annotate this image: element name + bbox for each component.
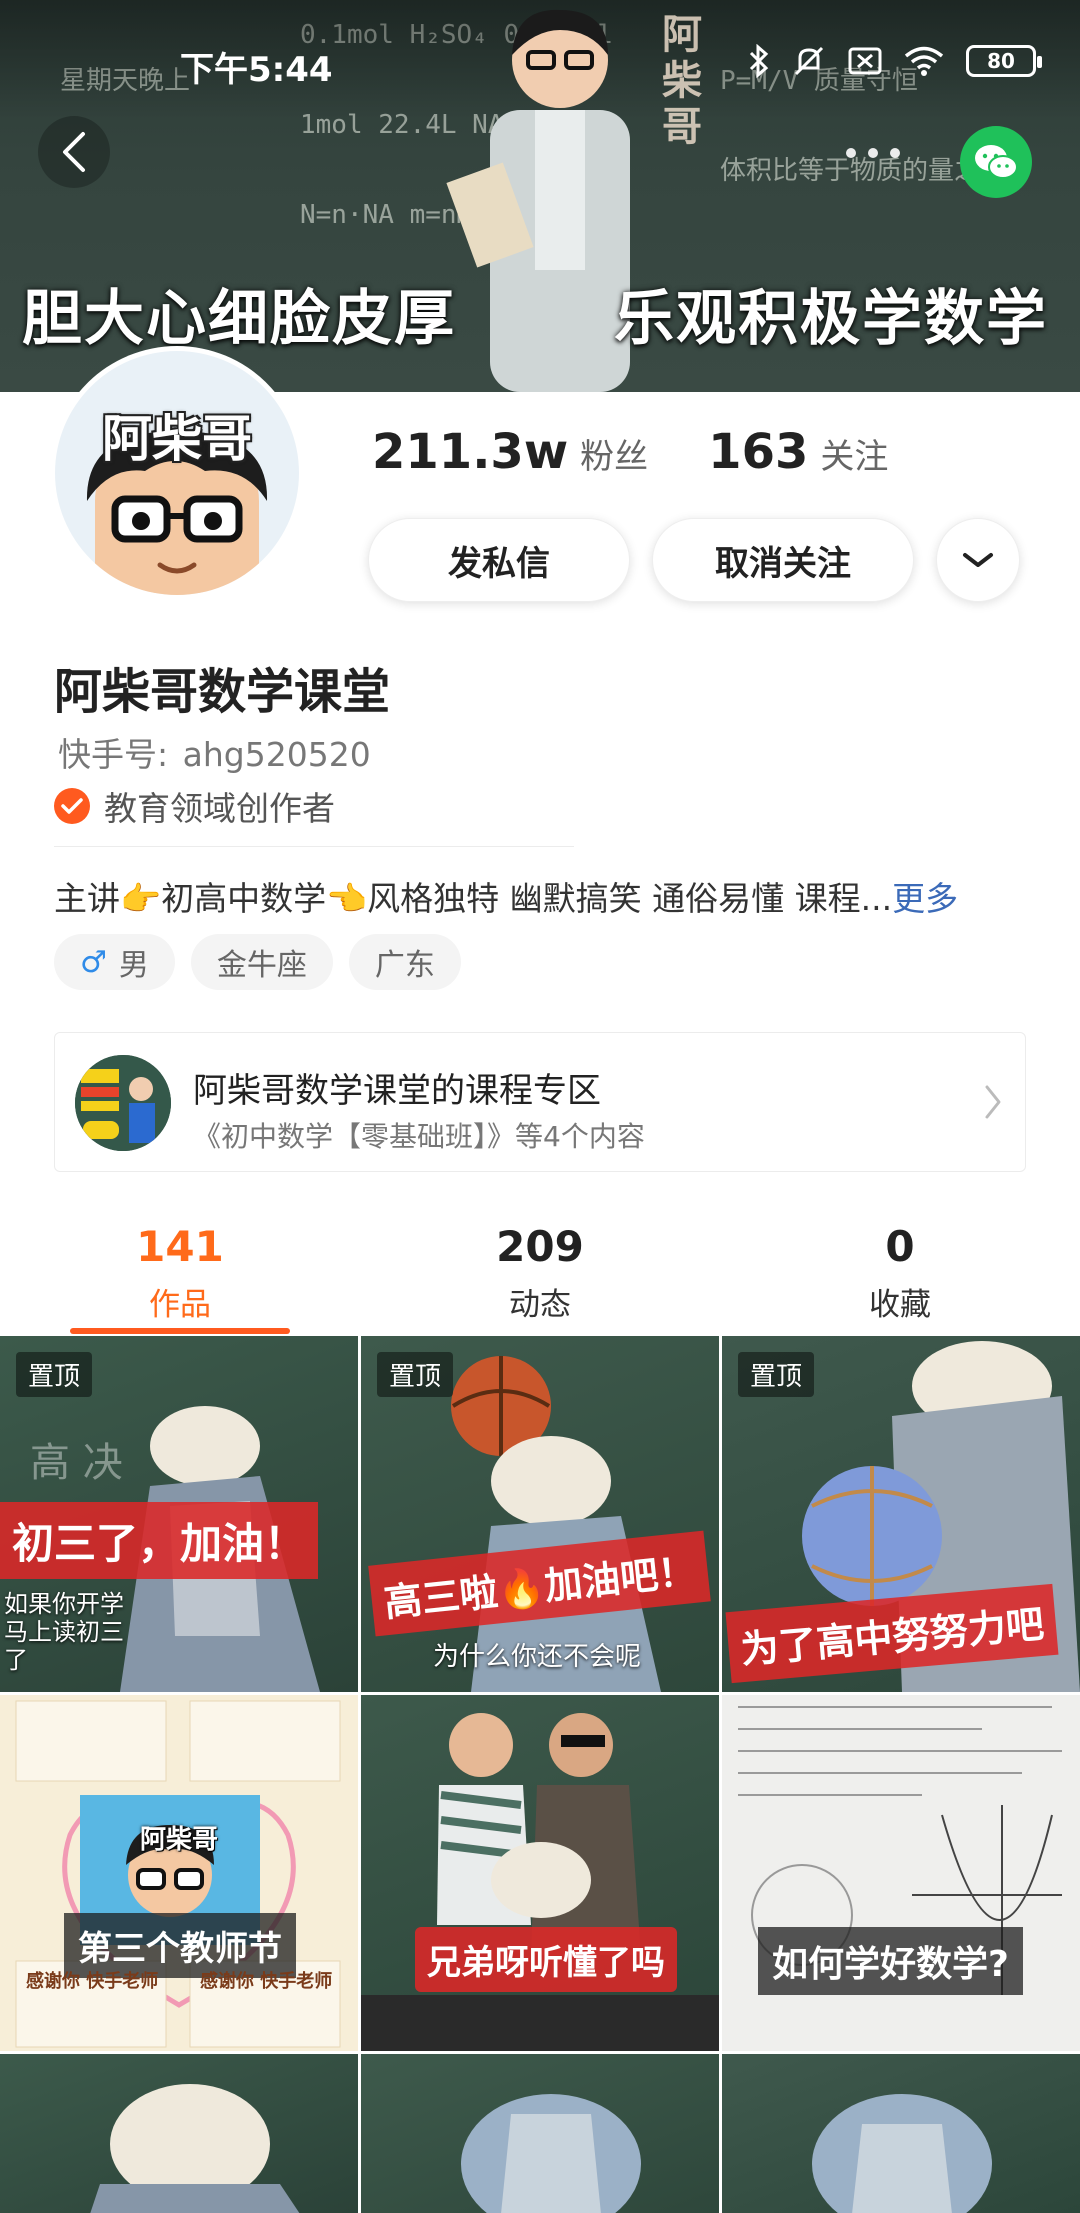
- avatar[interactable]: 阿柴哥: [50, 346, 304, 600]
- video-item[interactable]: 兄弟呀听懂了吗: [361, 1695, 719, 2051]
- send-message-button[interactable]: 发私信: [368, 518, 630, 602]
- pinned-badge: 置顶: [738, 1352, 815, 1397]
- male-icon: ♂: [80, 944, 107, 980]
- video-item[interactable]: 阿柴哥 第三个教师节 感谢你 快手老师 感谢你 快手老师: [0, 1695, 358, 2051]
- avatar-text: 阿柴哥: [102, 410, 252, 468]
- tag-label: 男: [118, 948, 149, 983]
- status-time: 下午5:44: [180, 50, 333, 90]
- video-thanks-left: 感谢你 快手老师: [26, 1971, 159, 1992]
- avatar-image: 阿柴哥: [55, 351, 299, 595]
- bio-text: 主讲👉初高中数学👈风格独特 幽默搞笑 通俗易懂 课程...: [54, 879, 893, 918]
- tag-gender: ♂ 男: [54, 934, 175, 990]
- video-item[interactable]: 如何学好数学?: [722, 1695, 1080, 2051]
- wechat-share-button[interactable]: [960, 126, 1032, 198]
- tab-moments[interactable]: 209 动态: [460, 1222, 620, 1324]
- video-item[interactable]: 高 决 置顶 初三了，加油！ 如果你开学马上读初三了: [0, 1336, 358, 1692]
- following-label[interactable]: 关注: [820, 429, 888, 478]
- video-item[interactable]: 置顶 为了高中努努力吧: [722, 1336, 1080, 1692]
- svg-text:高 决: 高 决: [30, 1440, 123, 1486]
- chevron-right-icon: [985, 1085, 1001, 1119]
- profile-bio[interactable]: 主讲👉初高中数学👈风格独特 幽默搞笑 通俗易懂 课程...更多: [54, 872, 1034, 920]
- more-options-button[interactable]: [846, 148, 900, 158]
- profile-name: 阿柴哥数学课堂: [54, 664, 391, 720]
- pinned-badge: 置顶: [16, 1352, 93, 1397]
- kuaishou-id-label: 快手号:: [58, 735, 169, 774]
- video-thumbnail: [812, 2094, 992, 2213]
- pinned-badge: 置顶: [377, 1352, 454, 1397]
- course-zone-title: 阿柴哥数学课堂的课程专区: [193, 1071, 601, 1111]
- following-count[interactable]: 163: [708, 424, 808, 480]
- tab-moments-count: 209: [496, 1222, 584, 1271]
- profile-tags: ♂ 男 金牛座 广东: [54, 934, 461, 990]
- sim-off-icon: [848, 47, 882, 75]
- expand-recommendations-button[interactable]: [936, 518, 1020, 602]
- avatar-cartoon-face: [86, 431, 268, 595]
- wifi-icon: [904, 46, 944, 76]
- banner-slogan-right: 乐观积极学数学: [614, 284, 1048, 354]
- divider: [54, 846, 574, 847]
- banner-vertical-title: 阿柴哥: [662, 12, 702, 150]
- tab-favorites-count: 0: [885, 1222, 915, 1271]
- verified-creator[interactable]: 教育领域创作者: [54, 782, 335, 830]
- video-thumbnail: [90, 2084, 300, 2213]
- verified-check-icon: [54, 788, 90, 824]
- course-thumbnail: [75, 1055, 171, 1151]
- video-thumbnail: [461, 2094, 641, 2213]
- battery-icon: 80: [966, 45, 1042, 77]
- fans-count[interactable]: 211.3w: [372, 424, 568, 480]
- kuaishou-id-value: ahg520520: [182, 735, 371, 774]
- chevron-left-icon: [63, 132, 85, 172]
- video-thumbnail: [15, 1700, 341, 2048]
- video-caption: 初三了，加油！: [0, 1502, 319, 1579]
- video-caption: 兄弟呀听懂了吗: [415, 1927, 677, 1992]
- video-thumbnail: [361, 1713, 719, 2051]
- tab-works[interactable]: 141 作品: [100, 1222, 260, 1324]
- tag-location: 广东: [348, 934, 461, 990]
- video-subtitle: 如果你开学马上读初三了: [4, 1590, 124, 1674]
- unfollow-button[interactable]: 取消关注: [652, 518, 914, 602]
- video-item[interactable]: [361, 2054, 719, 2213]
- tag-label: 金牛座: [216, 948, 307, 983]
- kuaishou-id[interactable]: 快手号: ahg520520: [54, 728, 371, 776]
- tab-works-label: 作品: [149, 1287, 211, 1323]
- video-subtitle: 为什么你还不会呢: [433, 1642, 642, 1672]
- wechat-icon: [975, 145, 1018, 179]
- video-item[interactable]: [0, 2054, 358, 2213]
- bluetooth-icon: [749, 44, 769, 78]
- video-thumbnail: [738, 1706, 1062, 1995]
- profile-actions: 发私信 取消关注: [368, 518, 1020, 602]
- video-item[interactable]: 置顶 高三啦🔥加油吧！ 为什么你还不会呢: [361, 1336, 719, 1692]
- tab-works-count: 141: [136, 1222, 224, 1271]
- banner-slogan-left: 胆大心细脸皮厚: [22, 284, 456, 354]
- verified-text: 教育领域创作者: [104, 789, 335, 828]
- tab-favorites[interactable]: 0 收藏: [820, 1222, 980, 1324]
- status-icons: 80: [748, 44, 1042, 78]
- course-zone-card[interactable]: 阿柴哥数学课堂的课程专区 《初中数学【零基础班】》等4个内容: [54, 1032, 1026, 1172]
- course-zone-subtitle: 《初中数学【零基础班】》等4个内容: [193, 1120, 645, 1153]
- tag-label: 广东: [374, 948, 435, 983]
- video-item[interactable]: [722, 2054, 1080, 2213]
- bio-more-link[interactable]: 更多: [892, 879, 958, 918]
- profile-stats: 211.3w 粉丝 163 关注: [372, 424, 948, 480]
- video-logo-text: 阿柴哥: [140, 1825, 219, 1855]
- fans-label[interactable]: 粉丝: [580, 429, 648, 478]
- back-button[interactable]: [38, 116, 110, 188]
- chevron-down-icon: [963, 553, 993, 567]
- tab-favorites-label: 收藏: [869, 1287, 931, 1323]
- video-thanks-right: 感谢你 快手老师: [200, 1971, 333, 1992]
- video-caption: 如何学好数学?: [758, 1927, 1023, 1995]
- tab-active-indicator: [70, 1328, 290, 1334]
- tag-zodiac: 金牛座: [190, 934, 333, 990]
- tab-moments-label: 动态: [509, 1287, 571, 1323]
- mute-icon: [794, 46, 824, 76]
